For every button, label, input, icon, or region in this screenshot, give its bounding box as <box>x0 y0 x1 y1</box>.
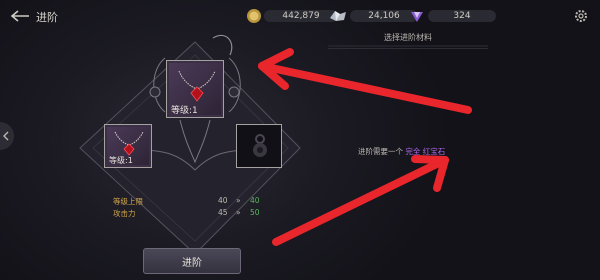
upgrade-frame <box>79 34 488 255</box>
requirement-text: 进阶需要一个 完全 红宝石 <box>358 146 508 157</box>
requirement-prefix: 进阶需要一个 <box>358 147 403 156</box>
material-panel-heading: 选择进阶材料 <box>328 30 488 49</box>
empty-material-slot[interactable] <box>236 124 282 168</box>
ruby-necklace-icon <box>178 70 216 102</box>
material-item-level: 等级:1 <box>109 156 133 165</box>
material-item-slot[interactable]: 等级:1 <box>104 124 152 168</box>
main-item-slot[interactable]: 等级:1 <box>166 60 224 118</box>
stat-next: 40 <box>250 196 260 205</box>
required-item-name[interactable]: 完全 红宝石 <box>405 147 445 156</box>
stats-table: 等级上限 40 » 40 攻击力 45 » 50 <box>113 196 263 226</box>
stat-label: 等级上限 <box>113 197 143 206</box>
stat-current: 40 <box>218 196 228 205</box>
stat-arrow: » <box>236 208 241 217</box>
necklace-silhouette-icon <box>253 134 267 157</box>
stat-current: 45 <box>218 208 228 217</box>
main-item-level: 等级:1 <box>171 106 198 116</box>
stat-label: 攻击力 <box>113 209 136 218</box>
advance-button[interactable]: 进阶 <box>143 248 241 274</box>
ruby-necklace-icon <box>114 131 144 156</box>
stat-next: 50 <box>250 208 260 217</box>
stat-arrow: » <box>236 196 241 205</box>
